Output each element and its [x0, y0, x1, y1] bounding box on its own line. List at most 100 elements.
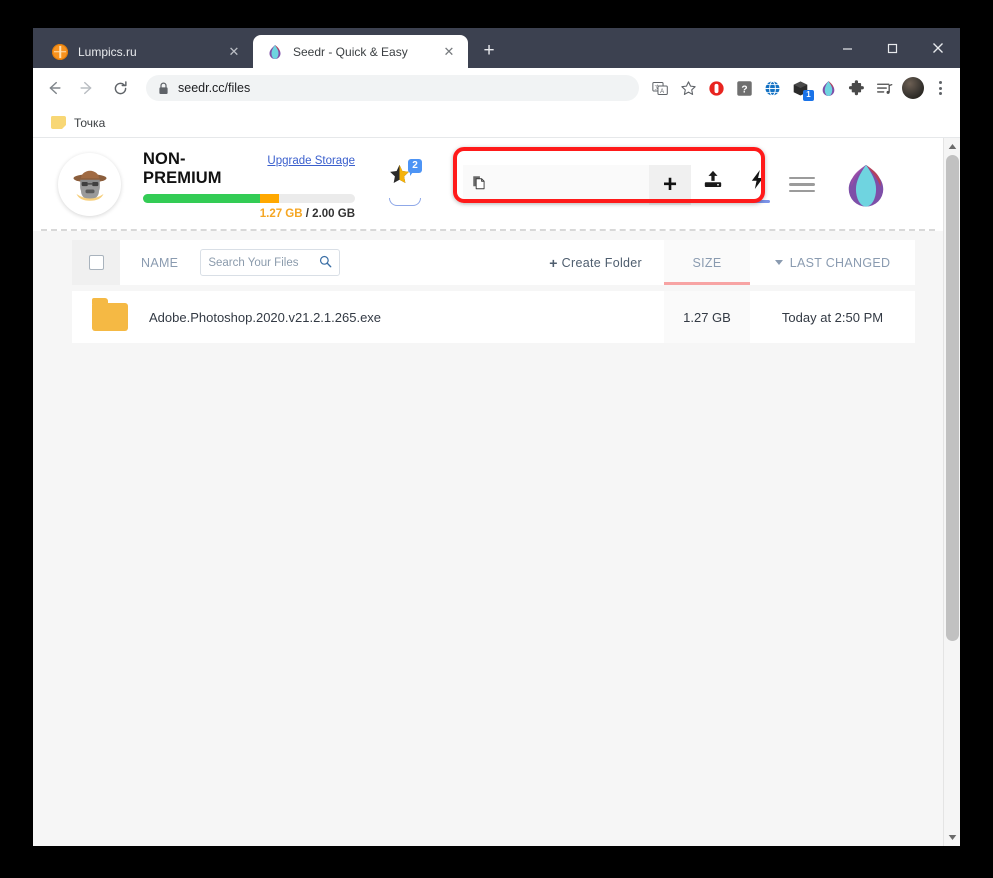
select-all-checkbox[interactable]: [88, 255, 104, 270]
favorites-badge-count: 2: [408, 159, 422, 176]
row-last-changed: Today at 2:50 PM: [781, 309, 884, 325]
window-maximize-button[interactable]: [870, 32, 915, 64]
user-avatar[interactable]: [58, 153, 121, 216]
create-folder-button[interactable]: + Create Folder: [549, 255, 642, 271]
storage-separator: /: [305, 207, 309, 220]
profile-avatar[interactable]: [902, 77, 924, 99]
remote-underline: [744, 200, 770, 203]
folder-icon: [51, 116, 66, 129]
tab-close-icon[interactable]: ✕: [440, 43, 458, 61]
seedr-lotus-logo[interactable]: [843, 162, 889, 208]
browser-toolbar: seedr.cc/files 文 A ?: [33, 68, 960, 108]
puzzle-extensions-icon[interactable]: [843, 75, 869, 101]
file-manager: NAME + Create Fo: [33, 240, 943, 343]
browser-window: Lumpics.ru ✕ Seedr - Quick & Easy ✕ + se…: [33, 28, 960, 846]
row-size: 1.27 GB: [664, 291, 750, 343]
tab-strip: Lumpics.ru ✕ Seedr - Quick & Easy ✕ +: [33, 28, 960, 68]
window-controls: [825, 28, 960, 68]
url-text: seedr.cc/files: [178, 81, 251, 95]
lightning-bolt-icon: [749, 169, 766, 195]
new-tab-button[interactable]: +: [475, 37, 503, 65]
svg-text:A: A: [660, 88, 664, 94]
tab-seedr[interactable]: Seedr - Quick & Easy ✕: [253, 35, 468, 68]
bookmark-star-icon[interactable]: [675, 75, 701, 101]
tab-title: Lumpics.ru: [78, 44, 137, 59]
favorites-underline: [389, 198, 421, 206]
storage-progress-bar: [143, 193, 355, 203]
playlist-icon[interactable]: [871, 75, 897, 101]
size-column-header[interactable]: SIZE: [664, 240, 750, 285]
caret-down-icon: [774, 260, 783, 265]
last-changed-column-header[interactable]: LAST CHANGED: [750, 240, 915, 285]
remote-add-button[interactable]: [735, 165, 779, 205]
file-table-header: NAME + Create Fo: [72, 240, 915, 285]
folder-icon: [92, 298, 128, 331]
upgrade-storage-link[interactable]: Upgrade Storage: [267, 155, 355, 167]
page-scrollbar[interactable]: [943, 138, 960, 846]
scrollbar-track[interactable]: [944, 155, 960, 829]
box-extension-icon[interactable]: 1: [787, 75, 814, 101]
bookmark-tochka[interactable]: Точка: [45, 113, 111, 133]
table-row[interactable]: Adobe.Photoshop.2020.v21.2.1.265.exe 1.2…: [72, 291, 915, 343]
scroll-up-arrow-icon[interactable]: [944, 138, 961, 155]
lock-icon: [158, 82, 169, 95]
back-arrow-icon[interactable]: [39, 73, 69, 103]
seedr-extension-icon[interactable]: [815, 75, 841, 101]
row-name[interactable]: Adobe.Photoshop.2020.v21.2.1.265.exe: [148, 291, 664, 343]
row-folder-icon-cell: [72, 291, 148, 343]
add-torrent-toolbar: +: [463, 165, 779, 205]
lumpics-favicon-icon: [52, 43, 68, 60]
magnet-link-field[interactable]: [463, 165, 649, 205]
bookmarks-bar: Точка: [33, 108, 960, 138]
search-icon[interactable]: [319, 255, 332, 271]
seedr-account-header: NON-PREMIUM Upgrade Storage 1.27 GB / 2.…: [33, 138, 943, 231]
favorites-widget[interactable]: 2: [381, 159, 429, 206]
page-viewport: NON-PREMIUM Upgrade Storage 1.27 GB / 2.…: [33, 138, 960, 846]
upload-icon: [702, 170, 724, 195]
adblock-icon[interactable]: [703, 75, 729, 101]
column-label-name: NAME: [141, 255, 179, 270]
tab-lumpics[interactable]: Lumpics.ru ✕: [38, 35, 253, 68]
name-column-header: NAME + Create Fo: [120, 240, 664, 285]
select-all-cell[interactable]: [72, 240, 120, 285]
seedr-favicon-icon: [267, 44, 283, 60]
storage-total-value: 2.00 GB: [312, 207, 355, 220]
add-torrent-button[interactable]: +: [649, 165, 691, 205]
storage-plan-block: NON-PREMIUM Upgrade Storage 1.27 GB / 2.…: [143, 150, 355, 220]
window-minimize-button[interactable]: [825, 32, 870, 64]
hamburger-menu-icon[interactable]: [789, 176, 815, 193]
forward-arrow-icon[interactable]: [72, 73, 102, 103]
tab-close-icon[interactable]: ✕: [225, 43, 243, 61]
magnet-link-input[interactable]: [494, 178, 649, 192]
storage-usage-text: 1.27 GB / 2.00 GB: [143, 208, 355, 220]
file-list: Adobe.Photoshop.2020.v21.2.1.265.exe 1.2…: [72, 291, 915, 343]
svg-text:?: ?: [741, 84, 747, 95]
globe-extension-icon[interactable]: [759, 75, 785, 101]
plan-name: NON-PREMIUM: [143, 149, 222, 187]
seedr-page: NON-PREMIUM Upgrade Storage 1.27 GB / 2.…: [33, 138, 943, 846]
translate-icon[interactable]: 文 A: [647, 75, 673, 101]
scroll-down-arrow-icon[interactable]: [944, 829, 961, 846]
question-extension-icon[interactable]: ?: [731, 75, 757, 101]
extension-badge-count: 1: [803, 90, 814, 101]
create-folder-label: Create Folder: [561, 255, 642, 270]
paste-clipboard-icon[interactable]: [472, 174, 487, 196]
storage-bar-orange: [259, 193, 279, 203]
column-label-last-changed: LAST CHANGED: [789, 255, 891, 270]
storage-used-value: 1.27 GB: [259, 207, 303, 220]
storage-bar-green: [143, 193, 260, 203]
add-torrent-toolbar-wrapper: +: [449, 138, 915, 231]
address-bar[interactable]: seedr.cc/files: [146, 75, 639, 101]
window-close-button[interactable]: [915, 32, 960, 64]
scrollbar-thumb[interactable]: [946, 155, 959, 641]
chrome-menu-icon[interactable]: [928, 81, 952, 95]
search-files-box[interactable]: [200, 249, 341, 276]
reload-icon[interactable]: [105, 73, 135, 103]
search-input[interactable]: [208, 256, 320, 269]
create-folder-plus: +: [549, 254, 558, 271]
bookmark-label: Точка: [74, 115, 106, 130]
upload-file-button[interactable]: [691, 165, 735, 205]
upload-underline: [700, 199, 726, 203]
tab-title: Seedr - Quick & Easy: [293, 44, 408, 59]
column-label-size: SIZE: [692, 255, 722, 270]
